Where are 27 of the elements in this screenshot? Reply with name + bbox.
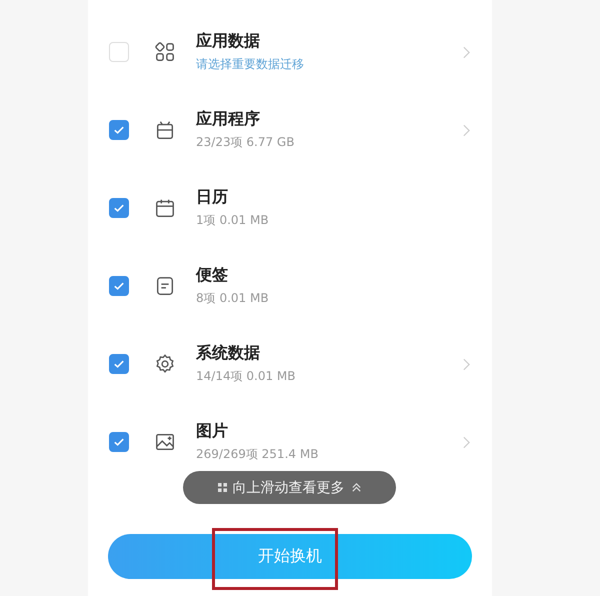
checkbox[interactable] [109, 432, 129, 452]
item-title: 图片 [196, 421, 229, 442]
calendar-icon [154, 197, 176, 219]
item-title: 系统数据 [196, 343, 261, 364]
item-title: 应用程序 [196, 109, 261, 130]
checkbox[interactable] [109, 198, 129, 218]
item-subtitle: 请选择重要数据迁移 [196, 56, 305, 73]
item-subtitle: 269/269项 251.4 MB [196, 446, 320, 463]
robot-icon [154, 119, 176, 141]
grid-icon [154, 41, 176, 63]
item-title: 便签 [196, 265, 229, 286]
checkbox[interactable] [109, 120, 129, 140]
item-subtitle: 23/23项 6.77 GB [196, 134, 296, 151]
toast-text: 向上滑动查看更多 [232, 478, 344, 496]
start-button[interactable]: 开始换机 [108, 534, 472, 579]
item-subtitle: 8项 0.01 MB [196, 290, 270, 307]
item-subtitle: 14/14项 0.01 MB [196, 368, 297, 385]
grid-icon [218, 483, 226, 492]
item-title: 应用数据 [196, 31, 261, 52]
double-chevron-up-icon [350, 482, 362, 493]
checkbox[interactable] [109, 354, 129, 374]
item-title: 日历 [196, 187, 229, 208]
settings-icon [154, 353, 176, 375]
item-subtitle: 1项 0.01 MB [196, 212, 270, 229]
checkbox[interactable] [109, 276, 129, 296]
note-icon [154, 275, 176, 297]
image-icon [154, 431, 176, 453]
